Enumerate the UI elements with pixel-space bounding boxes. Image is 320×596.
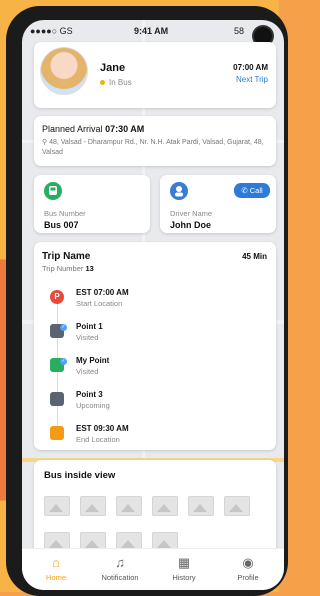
camera-thumbnail[interactable] bbox=[152, 496, 178, 516]
status-time: 9:41 AM bbox=[134, 26, 169, 36]
stop-subtitle: Start Location bbox=[76, 299, 123, 308]
camera-thumbnail[interactable] bbox=[224, 496, 250, 516]
planned-arrival-card: Planned Arrival 07:30 AM ⚲ 48, Valsad - … bbox=[34, 116, 276, 166]
bus-stop-icon bbox=[50, 392, 64, 406]
stop-subtitle: End Location bbox=[76, 435, 120, 444]
address-text: 48, Valsad - Dharampur Rd., Nr. N.H. Ata… bbox=[42, 139, 264, 156]
bus-stop-icon: ✓ bbox=[50, 324, 67, 338]
trip-time: 07:00 AM bbox=[233, 63, 268, 72]
stop-my-point[interactable]: ✓ My Point Visited bbox=[50, 354, 250, 382]
check-icon: ✓ bbox=[60, 324, 67, 331]
trip-number-label: Trip Number bbox=[42, 264, 84, 273]
app-screen: ●●●●○ GS 9:41 AM 58 Jane In Bus 07:00 AM… bbox=[22, 20, 284, 590]
user-icon: ◉ bbox=[242, 555, 254, 570]
bell-icon: ♫ bbox=[115, 555, 125, 570]
bus-inside-view-card: Bus inside view bbox=[34, 460, 276, 560]
trip-card: Trip Name Trip Number 13 45 Min P EST 07… bbox=[34, 242, 276, 450]
status-bar: ●●●●○ GS 9:41 AM 58 bbox=[22, 20, 284, 42]
driver-name-value: John Doe bbox=[170, 220, 212, 230]
tab-label: Profile bbox=[237, 573, 259, 582]
arrival-address: ⚲ 48, Valsad - Dharampur Rd., Nr. N.H. A… bbox=[42, 138, 267, 158]
driver-icon bbox=[170, 182, 188, 200]
trip-number-value: 13 bbox=[85, 264, 94, 273]
stop-title: EST 09:30 AM bbox=[76, 424, 129, 433]
bus-stop-icon: ✓ bbox=[50, 358, 67, 372]
stop-title: My Point bbox=[76, 356, 110, 365]
call-button[interactable]: ✆ Call bbox=[234, 183, 270, 198]
stop-end[interactable]: EST 09:30 AM End Location bbox=[50, 422, 250, 450]
trip-title: Trip Name bbox=[42, 251, 91, 262]
call-label: Call bbox=[249, 186, 263, 195]
next-trip-link[interactable]: Next Trip bbox=[236, 75, 268, 84]
tab-label: Notification bbox=[101, 573, 139, 582]
calendar-icon: ▦ bbox=[177, 555, 191, 570]
arrival-time: 07:30 AM bbox=[105, 124, 145, 134]
stop-title: Point 1 bbox=[76, 322, 103, 331]
bus-inside-title: Bus inside view bbox=[44, 470, 116, 481]
driver-card: ✆ Call Driver Name John Doe bbox=[160, 175, 276, 233]
bottom-tab-bar: ⌂ Home ♫ Notification ▦ History ◉ Profil… bbox=[22, 548, 284, 590]
tab-history[interactable]: ▦ History bbox=[152, 555, 216, 582]
status-text: In Bus bbox=[109, 78, 132, 87]
child-profile-card[interactable]: Jane In Bus 07:00 AM Next Trip bbox=[34, 42, 276, 108]
home-icon: ⌂ bbox=[52, 555, 60, 570]
stop-title: Point 3 bbox=[76, 390, 103, 399]
bus-number-card: Bus Number Bus 007 bbox=[34, 175, 150, 233]
camera-thumbnail[interactable] bbox=[80, 496, 106, 516]
stop-point-1[interactable]: ✓ Point 1 Visited bbox=[50, 320, 250, 348]
tab-notification[interactable]: ♫ Notification bbox=[88, 555, 152, 582]
bus-icon bbox=[44, 182, 62, 200]
stop-subtitle: Visited bbox=[76, 367, 99, 376]
trip-number: Trip Number 13 bbox=[42, 264, 94, 273]
phone-icon: ✆ bbox=[241, 186, 248, 195]
tab-label: Home bbox=[45, 573, 66, 582]
driver-name-label: Driver Name bbox=[170, 209, 213, 218]
phone-frame: ●●●●○ GS 9:41 AM 58 Jane In Bus 07:00 AM… bbox=[6, 6, 288, 596]
child-status: In Bus bbox=[100, 78, 132, 87]
check-icon: ✓ bbox=[60, 358, 67, 365]
stop-subtitle: Upcoming bbox=[76, 401, 110, 410]
carrier-signal: ●●●●○ GS bbox=[30, 26, 73, 36]
battery-level: 58 bbox=[234, 26, 245, 36]
flag-icon bbox=[50, 426, 64, 440]
stop-subtitle: Visited bbox=[76, 333, 99, 342]
location-pin-icon: ⚲ bbox=[42, 139, 48, 146]
camera-thumbnail[interactable] bbox=[116, 496, 142, 516]
stop-title: EST 07:00 AM bbox=[76, 288, 129, 297]
status-dot-icon bbox=[100, 80, 105, 86]
tab-home[interactable]: ⌂ Home bbox=[24, 555, 88, 582]
arrival-label: Planned Arrival bbox=[42, 124, 103, 134]
bus-number-label: Bus Number bbox=[44, 209, 86, 218]
stop-start[interactable]: P EST 07:00 AM Start Location bbox=[50, 286, 250, 314]
camera-thumbnail[interactable] bbox=[44, 496, 70, 516]
bus-number-value: Bus 007 bbox=[44, 220, 79, 230]
avatar bbox=[40, 47, 88, 95]
tab-profile[interactable]: ◉ Profile bbox=[216, 555, 280, 582]
child-name: Jane bbox=[100, 62, 126, 74]
trip-duration: 45 Min bbox=[242, 252, 267, 261]
planned-arrival-title: Planned Arrival 07:30 AM bbox=[42, 124, 144, 134]
parking-icon: P bbox=[50, 290, 64, 304]
camera-thumbnail[interactable] bbox=[188, 496, 214, 516]
stop-point-3[interactable]: Point 3 Upcoming bbox=[50, 388, 250, 416]
tab-label: History bbox=[172, 573, 196, 582]
